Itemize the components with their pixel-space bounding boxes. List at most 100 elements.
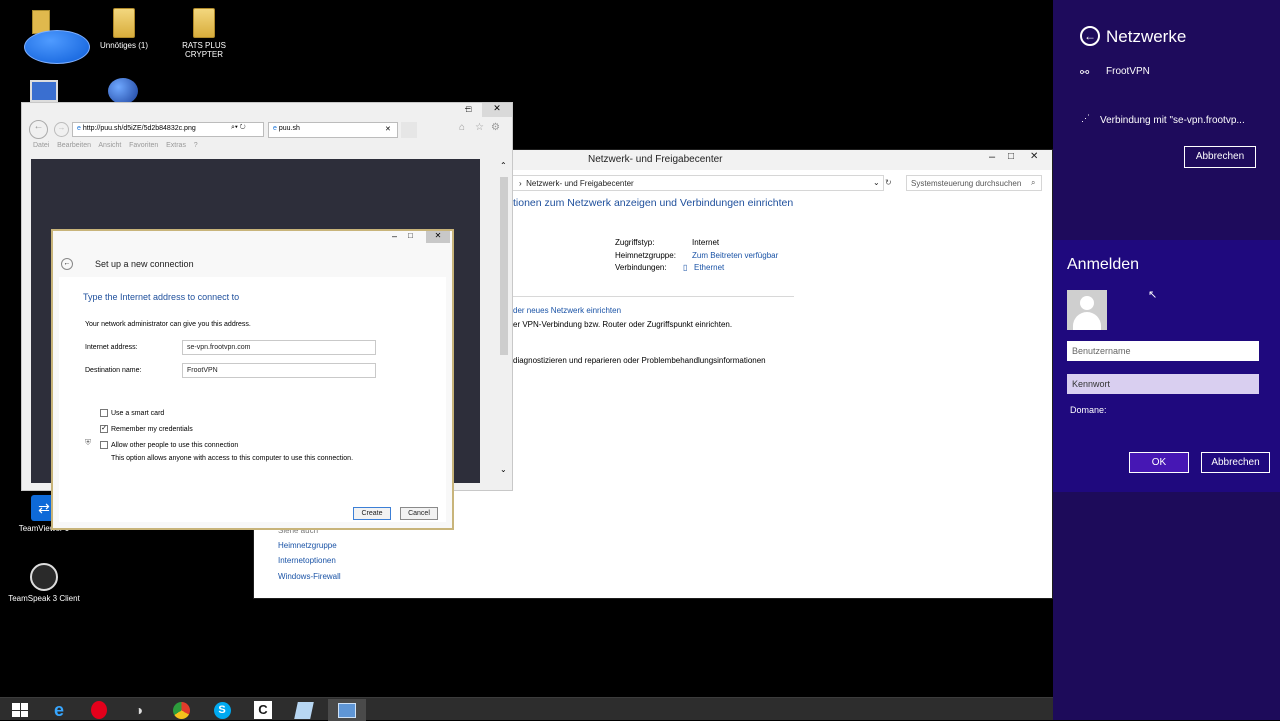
maximize-icon[interactable]: □ <box>466 104 471 114</box>
see-also-internet-options[interactable]: Internetoptionen <box>278 556 336 565</box>
gear-icon[interactable]: ⚙ <box>491 122 500 133</box>
address-bar[interactable]: › Netzwerk- und Freigabecenter ⌄ <box>512 175 884 191</box>
menu-bearbeiten[interactable]: Bearbeiten <box>57 142 91 149</box>
mouse-cursor-icon: ↖ <box>1148 289 1158 301</box>
connections-label: Verbindungen: <box>615 263 667 272</box>
ok-button[interactable]: OK <box>1129 452 1189 473</box>
chrome-icon <box>172 701 190 719</box>
maximize-icon: □ <box>408 231 413 240</box>
menu-datei[interactable]: Datei <box>33 142 49 149</box>
create-button: Create <box>353 507 391 520</box>
maximize-icon[interactable]: □ <box>1008 151 1014 162</box>
scroll-up-icon[interactable]: ⌃ <box>500 161 507 170</box>
url-bar[interactable]: e http://puu.sh/d5iZE/5d2b84832c.png ⌕▾ … <box>72 122 264 137</box>
start-button[interactable] <box>1 699 39 721</box>
image-content: – □ ✕ ← Set up a new connection Type the… <box>31 159 480 530</box>
teamspeak-icon: ◑ <box>134 702 144 718</box>
home-icon[interactable]: ⌂ <box>459 122 465 133</box>
app-c-icon: C <box>254 701 272 719</box>
access-type-value: Internet <box>692 238 720 247</box>
spinner-icon: ⋰ <box>1081 113 1090 123</box>
url-text: http://puu.sh/d5iZE/5d2b84832c.png <box>82 125 196 132</box>
skype-icon: S <box>213 701 231 719</box>
avatar <box>1067 290 1107 330</box>
desktop-icon-teamspeak[interactable]: TeamSpeak 3 Client <box>4 563 84 603</box>
search-placeholder: Systemsteuerung durchsuchen <box>911 179 1022 188</box>
user-icon <box>1080 296 1094 310</box>
menu-favoriten[interactable]: Favoriten <box>129 142 158 149</box>
monitor-icon[interactable] <box>30 80 58 102</box>
smartcard-label: Use a smart card <box>111 410 165 417</box>
star-icon[interactable]: ☆ <box>475 122 484 133</box>
minimize-icon[interactable]: – <box>989 151 995 163</box>
ethernet-icon: ▯ <box>683 263 688 272</box>
forward-icon[interactable]: → <box>54 122 69 137</box>
login-section: Anmelden ↖ Benutzername Kennwort Domane:… <box>1053 240 1280 492</box>
menu-extras[interactable]: Extras <box>166 142 186 149</box>
back-arrow-icon[interactable]: ← <box>1080 26 1100 46</box>
taskbar-teamspeak[interactable]: ◑ <box>120 699 158 721</box>
allow-label: Allow other people to use this connectio… <box>111 442 239 449</box>
folder-icon <box>193 8 215 38</box>
cancel-button[interactable]: Abbrechen <box>1201 452 1270 473</box>
allow-checkbox <box>100 441 108 449</box>
new-network-link[interactable]: der neues Netzwerk einrichten <box>513 306 621 315</box>
taskbar-ie[interactable]: e <box>40 699 78 721</box>
password-placeholder: Kennwort <box>1072 379 1111 389</box>
homegroup-link[interactable]: Zum Beitreten verfügbar <box>692 251 778 260</box>
close-button[interactable]: ✕ <box>482 103 512 117</box>
login-title: Anmelden <box>1067 256 1140 273</box>
see-also-firewall[interactable]: Windows-Firewall <box>278 572 341 581</box>
see-also-homegroup[interactable]: Heimnetzgruppe <box>278 541 337 550</box>
breadcrumb: Netzwerk- und Freigabecenter <box>526 179 634 188</box>
dialog-title: Set up a new connection <box>95 259 194 269</box>
taskbar-skype[interactable]: S <box>203 699 241 721</box>
desktop-icon-blue[interactable] <box>14 8 94 67</box>
close-icon[interactable]: ✕ <box>1030 151 1038 162</box>
desktop-icon-unnoetiges[interactable]: Unnötiges (1) <box>84 8 164 50</box>
menu-ansicht[interactable]: Ansicht <box>98 142 121 149</box>
scroll-down-icon[interactable]: ⌄ <box>500 465 507 474</box>
opera-icon <box>91 701 107 719</box>
remember-label: Remember my credentials <box>111 426 193 433</box>
close-tab-icon[interactable]: ✕ <box>385 125 391 133</box>
networks-section: ← Netzwerke ⚯ FrootVPN ⋰ Verbindung mit … <box>1053 0 1280 240</box>
ie-logo-icon: e <box>53 699 64 720</box>
cancel-button: Cancel <box>400 507 438 520</box>
menu-help[interactable]: ? <box>194 142 198 149</box>
address-field: se-vpn.frootvpn.com <box>182 340 376 355</box>
taskbar-app[interactable]: C <box>244 699 282 721</box>
scrollbar[interactable]: ⌃ ⌄ <box>497 159 511 483</box>
teamspeak-icon <box>30 563 58 591</box>
dest-field: FrootVPN <box>182 363 376 378</box>
control-panel-icon <box>338 702 356 718</box>
refresh-icon[interactable]: ↻ <box>885 178 892 187</box>
taskbar-chrome[interactable] <box>162 699 200 721</box>
dest-label: Destination name: <box>85 367 142 374</box>
scroll-thumb[interactable] <box>500 177 508 355</box>
taskbar-control-panel[interactable] <box>328 699 366 721</box>
ie-logo-icon: e <box>273 125 277 132</box>
browser-tab[interactable]: e puu.sh ✕ <box>268 122 398 138</box>
taskbar-notepad[interactable] <box>285 699 323 721</box>
notepad-icon <box>294 701 314 719</box>
username-input[interactable]: Benutzername <box>1067 341 1259 361</box>
desktop-icon-rats[interactable]: RATS PLUS CRYPTER <box>164 8 244 59</box>
vpn-icon: ⚯ <box>1080 67 1090 79</box>
smartcard-checkbox <box>100 409 108 417</box>
taskbar-opera[interactable] <box>80 699 118 721</box>
search-input[interactable]: Systemsteuerung durchsuchen ⌕ <box>906 175 1042 191</box>
password-input[interactable]: Kennwort <box>1067 374 1259 394</box>
abort-connection-button[interactable]: Abbrechen <box>1184 146 1256 168</box>
back-icon[interactable]: ← <box>29 120 48 139</box>
new-tab-icon[interactable] <box>401 122 417 138</box>
desktop-icon-label: TeamSpeak 3 Client <box>8 594 80 603</box>
search-icon[interactable]: ⌕ <box>1031 178 1035 188</box>
vpn-text: er VPN-Verbindung bzw. Router oder Zugri… <box>513 320 733 329</box>
search-icon[interactable]: ⌕▾ ↻ <box>231 124 246 132</box>
ethernet-link[interactable]: Ethernet <box>694 263 724 272</box>
globe-icon[interactable] <box>108 78 138 104</box>
vpn-name[interactable]: FrootVPN <box>1106 66 1150 77</box>
dialog-heading: Type the Internet address to connect to <box>83 292 240 302</box>
chevron-down-icon[interactable]: ⌄ <box>873 178 880 187</box>
